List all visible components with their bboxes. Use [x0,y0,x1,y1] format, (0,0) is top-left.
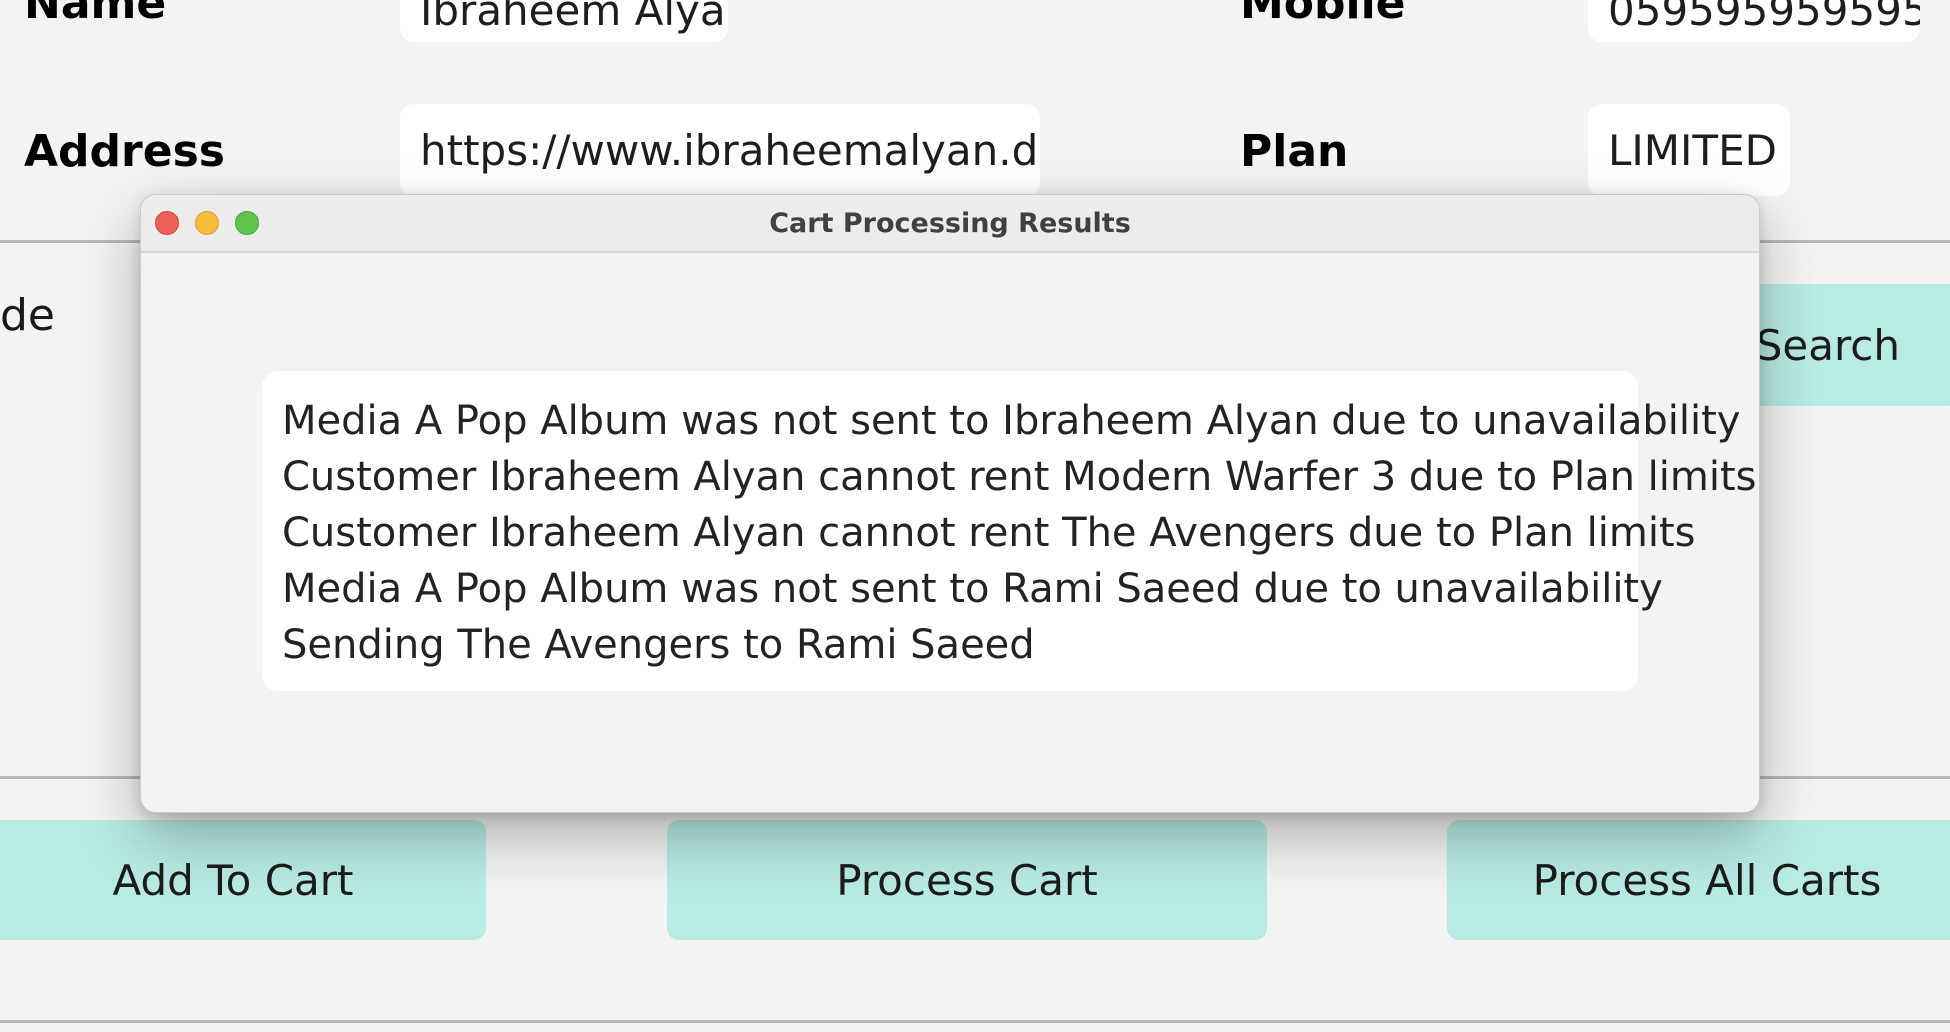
process-cart-label: Process Cart [836,855,1098,905]
add-to-cart-label: Add To Cart [112,855,354,905]
cart-results-dialog: Cart Processing Results Media A Pop Albu… [140,194,1760,813]
result-line: Sending The Avengers to Rami Saeed [282,622,1035,668]
plan-field[interactable]: LIMITED [1588,104,1790,196]
search-button-label: Search [1755,320,1900,370]
address-field[interactable]: https://www.ibraheemalyan.dev/ [400,104,1040,196]
media-code-label: de [0,290,55,341]
divider-bottom [0,1020,1950,1023]
add-to-cart-button[interactable]: Add To Cart [0,820,486,940]
result-line: Customer Ibraheem Alyan cannot rent Mode… [282,454,1757,500]
mobile-label: Mobile [1240,0,1406,29]
dialog-titlebar[interactable]: Cart Processing Results [141,195,1759,253]
result-line: Media A Pop Album was not sent to Rami S… [282,566,1663,612]
plan-label: Plan [1240,126,1349,177]
process-all-carts-label: Process All Carts [1532,855,1882,905]
name-label: Name [24,0,167,29]
result-line: Customer Ibraheem Alyan cannot rent The … [282,510,1696,556]
mobile-field[interactable]: 0595959595959 [1588,0,1920,42]
results-text-area[interactable]: Media A Pop Album was not sent to Ibrahe… [262,371,1757,691]
process-all-carts-button[interactable]: Process All Carts [1447,820,1950,940]
result-line: Media A Pop Album was not sent to Ibrahe… [282,398,1741,444]
process-cart-button[interactable]: Process Cart [667,820,1267,940]
address-label: Address [24,126,225,177]
dialog-title: Cart Processing Results [769,207,1131,239]
name-field[interactable]: Ibraheem Alyan [400,0,728,42]
